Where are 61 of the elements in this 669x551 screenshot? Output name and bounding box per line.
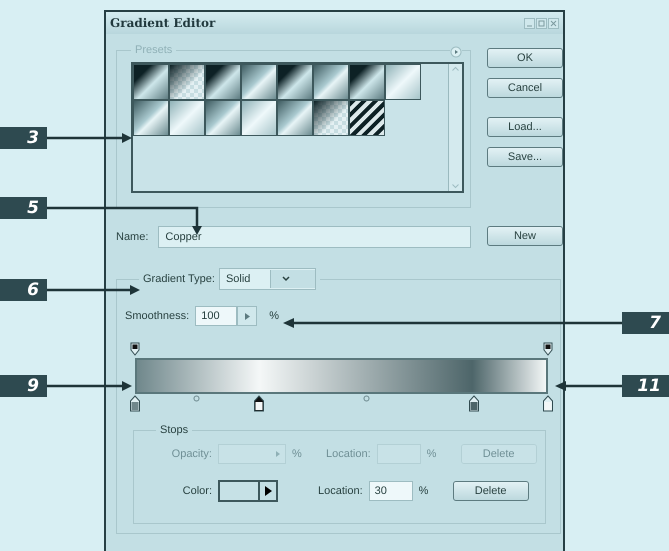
- gradient-preset-swatch[interactable]: [313, 64, 349, 100]
- gradient-preset-swatch[interactable]: [277, 100, 313, 136]
- color-stop-icon[interactable]: [468, 395, 480, 412]
- play-arrow-icon: [244, 312, 250, 320]
- gradient-preset-swatch[interactable]: [205, 100, 241, 136]
- play-arrow-icon: [276, 451, 280, 457]
- window-title: Gradient Editor: [110, 16, 216, 30]
- smoothness-field[interactable]: 100: [195, 306, 238, 326]
- callout-label: 3: [0, 127, 47, 149]
- new-button[interactable]: New: [487, 226, 563, 246]
- smoothness-arrow-button[interactable]: [237, 306, 258, 326]
- gradient-preset-swatch[interactable]: [385, 64, 421, 100]
- dialog-button[interactable]: OK: [487, 48, 563, 68]
- color-swatch-field[interactable]: [218, 480, 278, 502]
- callout-label: 6: [0, 279, 47, 301]
- percent-label: %: [426, 448, 438, 460]
- percent-label: %: [269, 310, 279, 322]
- gradient-slider[interactable]: [129, 342, 554, 414]
- callout-label: 11: [622, 375, 669, 397]
- callout-label: 9: [0, 375, 47, 397]
- callout-label: 5: [0, 197, 47, 219]
- gradient-type-dropdown[interactable]: Solid: [218, 268, 316, 290]
- stops-legend: Stops: [156, 424, 192, 436]
- location-field[interactable]: 30: [368, 481, 413, 501]
- gradient-preset-swatch[interactable]: [349, 100, 385, 136]
- delete-button[interactable]: Delete: [452, 481, 529, 501]
- gradient-preset-swatch[interactable]: [133, 100, 169, 136]
- gradient-preset-swatch[interactable]: [349, 64, 385, 100]
- opacity-stop-icon[interactable]: [130, 342, 140, 356]
- gradient-preset-swatch[interactable]: [241, 100, 277, 136]
- midpoint-icon[interactable]: [362, 395, 370, 402]
- color-stop-icon[interactable]: [130, 395, 140, 412]
- gradient-type-label: Gradient Type:: [143, 273, 215, 285]
- location-label: Location:: [326, 448, 371, 460]
- name-label: Name:: [116, 231, 148, 243]
- dialog-button[interactable]: Cancel: [487, 78, 563, 98]
- callout-label: 7: [622, 312, 669, 334]
- dialog-button[interactable]: Save...: [487, 147, 563, 167]
- gradient-preset-swatch[interactable]: [277, 64, 313, 100]
- presets-menu-icon[interactable]: [450, 46, 462, 58]
- opacity-field[interactable]: [218, 444, 286, 464]
- gradient-preset-swatch[interactable]: [169, 64, 205, 100]
- stop-field-label: Opacity:: [170, 448, 212, 460]
- gradient-preset-swatch[interactable]: [205, 64, 241, 100]
- stop-field-label: Color:: [182, 485, 212, 497]
- smoothness-label: Smoothness:: [125, 310, 190, 322]
- play-arrow-icon: [264, 486, 272, 496]
- chevron-down-icon: [282, 276, 290, 282]
- opacity-stop-icon[interactable]: [543, 342, 553, 356]
- gradient-preset-swatch[interactable]: [313, 100, 349, 136]
- percent-label: %: [418, 485, 430, 497]
- midpoint-icon[interactable]: [193, 395, 200, 402]
- gradient-preset-swatch[interactable]: [241, 64, 277, 100]
- gradient-preset-swatch[interactable]: [169, 100, 205, 136]
- gradient-preset-swatch[interactable]: [133, 64, 169, 100]
- location-label: Location:: [318, 485, 363, 497]
- percent-label: %: [292, 448, 303, 460]
- color-stop-icon[interactable]: [542, 395, 554, 412]
- color-stop-icon[interactable]: [253, 395, 264, 412]
- dialog-button[interactable]: Load...: [487, 117, 563, 137]
- name-field[interactable]: Copper: [158, 226, 471, 248]
